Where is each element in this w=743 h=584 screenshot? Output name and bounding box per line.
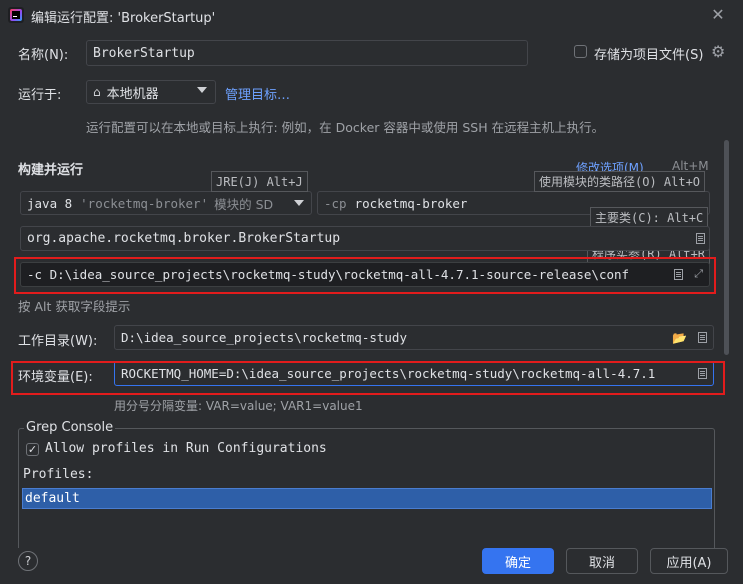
cancel-label: 取消 [588, 555, 615, 571]
gear-icon[interactable]: ⚙ [711, 42, 725, 61]
browse-doc-icon[interactable] [698, 332, 707, 343]
run-on-value: 本地机器 [106, 86, 159, 102]
jre-select[interactable]: java 8 'rocketmq-broker' 模块的 SD [20, 191, 312, 215]
home-icon: ⌂ [93, 85, 101, 99]
store-as-project-label[interactable]: 存储为项目文件(S) [594, 44, 703, 63]
main-class-value: org.apache.rocketmq.broker.BrokerStartup [27, 231, 341, 246]
classpath-tooltip: 使用模块的类路径(O) Alt+O [534, 171, 706, 192]
store-as-project-checkbox[interactable] [574, 45, 587, 58]
profile-name: default [25, 491, 80, 506]
allow-profiles-checkbox[interactable]: ✓ [26, 443, 39, 456]
grep-console-title: Grep Console [24, 420, 116, 435]
browse-icon[interactable] [696, 233, 705, 244]
highlight-program-args [14, 257, 716, 294]
scrollbar-thumb[interactable] [724, 140, 729, 355]
apply-button[interactable]: 应用(A) [650, 548, 728, 574]
cancel-button[interactable]: 取消 [566, 548, 638, 574]
run-hint: 运行配置可以在本地或目标上执行: 例如，在 Docker 容器中或使用 SSH … [86, 120, 605, 135]
window-title: 编辑运行配置: 'BrokerStartup' [31, 11, 216, 26]
field-hint: 按 Alt 获取字段提示 [18, 299, 131, 314]
main-class-tooltip: 主要类(C): Alt+C [590, 207, 709, 228]
jre-prefix: java 8 [27, 195, 73, 211]
jre-module: 'rocketmq-broker' [80, 195, 209, 211]
classpath-flag: -cp [324, 195, 347, 211]
help-icon[interactable]: ? [18, 551, 38, 571]
name-label: 名称(N): [18, 48, 69, 63]
profiles-list[interactable]: default [22, 488, 712, 548]
jre-tooltip: JRE(J) Alt+J [211, 171, 308, 192]
chevron-down-icon [197, 87, 207, 93]
env-hint: 用分号分隔变量: VAR=value; VAR1=value1 [114, 399, 363, 413]
run-on-label: 运行于: [18, 88, 62, 103]
manage-targets-link[interactable]: 管理目标… [225, 84, 290, 103]
workdir-value: D:\idea_source_projects\rocketmq-study [121, 330, 407, 345]
close-icon[interactable]: ✕ [708, 5, 728, 25]
highlight-env [11, 361, 725, 395]
ok-label: 确定 [504, 555, 531, 571]
main-class-field[interactable]: org.apache.rocketmq.broker.BrokerStartup [20, 226, 710, 251]
workdir-label: 工作目录(W): [18, 334, 98, 349]
app-icon [8, 7, 24, 23]
run-on-select[interactable]: ⌂ 本地机器 [86, 80, 216, 104]
classpath-value: rocketmq-broker [354, 195, 468, 211]
list-item[interactable]: default [22, 488, 712, 509]
workdir-field[interactable]: D:\idea_source_projects\rocketmq-study 📂 [114, 325, 714, 350]
allow-profiles-label[interactable]: Allow profiles in Run Configurations [45, 441, 327, 456]
title-bar: 编辑运行配置: 'BrokerStartup' ✕ [0, 0, 743, 30]
build-run-header: 构建并运行 [18, 163, 84, 178]
chevron-down-icon [294, 200, 304, 206]
name-value: BrokerStartup [93, 45, 195, 61]
jre-suffix: 模块的 SD [214, 196, 274, 212]
name-field[interactable]: BrokerStartup [86, 40, 528, 66]
apply-label: 应用(A) [666, 555, 712, 571]
ok-button[interactable]: 确定 [482, 548, 554, 574]
folder-icon[interactable]: 📂 [672, 331, 687, 345]
profiles-label: Profiles: [23, 467, 94, 482]
